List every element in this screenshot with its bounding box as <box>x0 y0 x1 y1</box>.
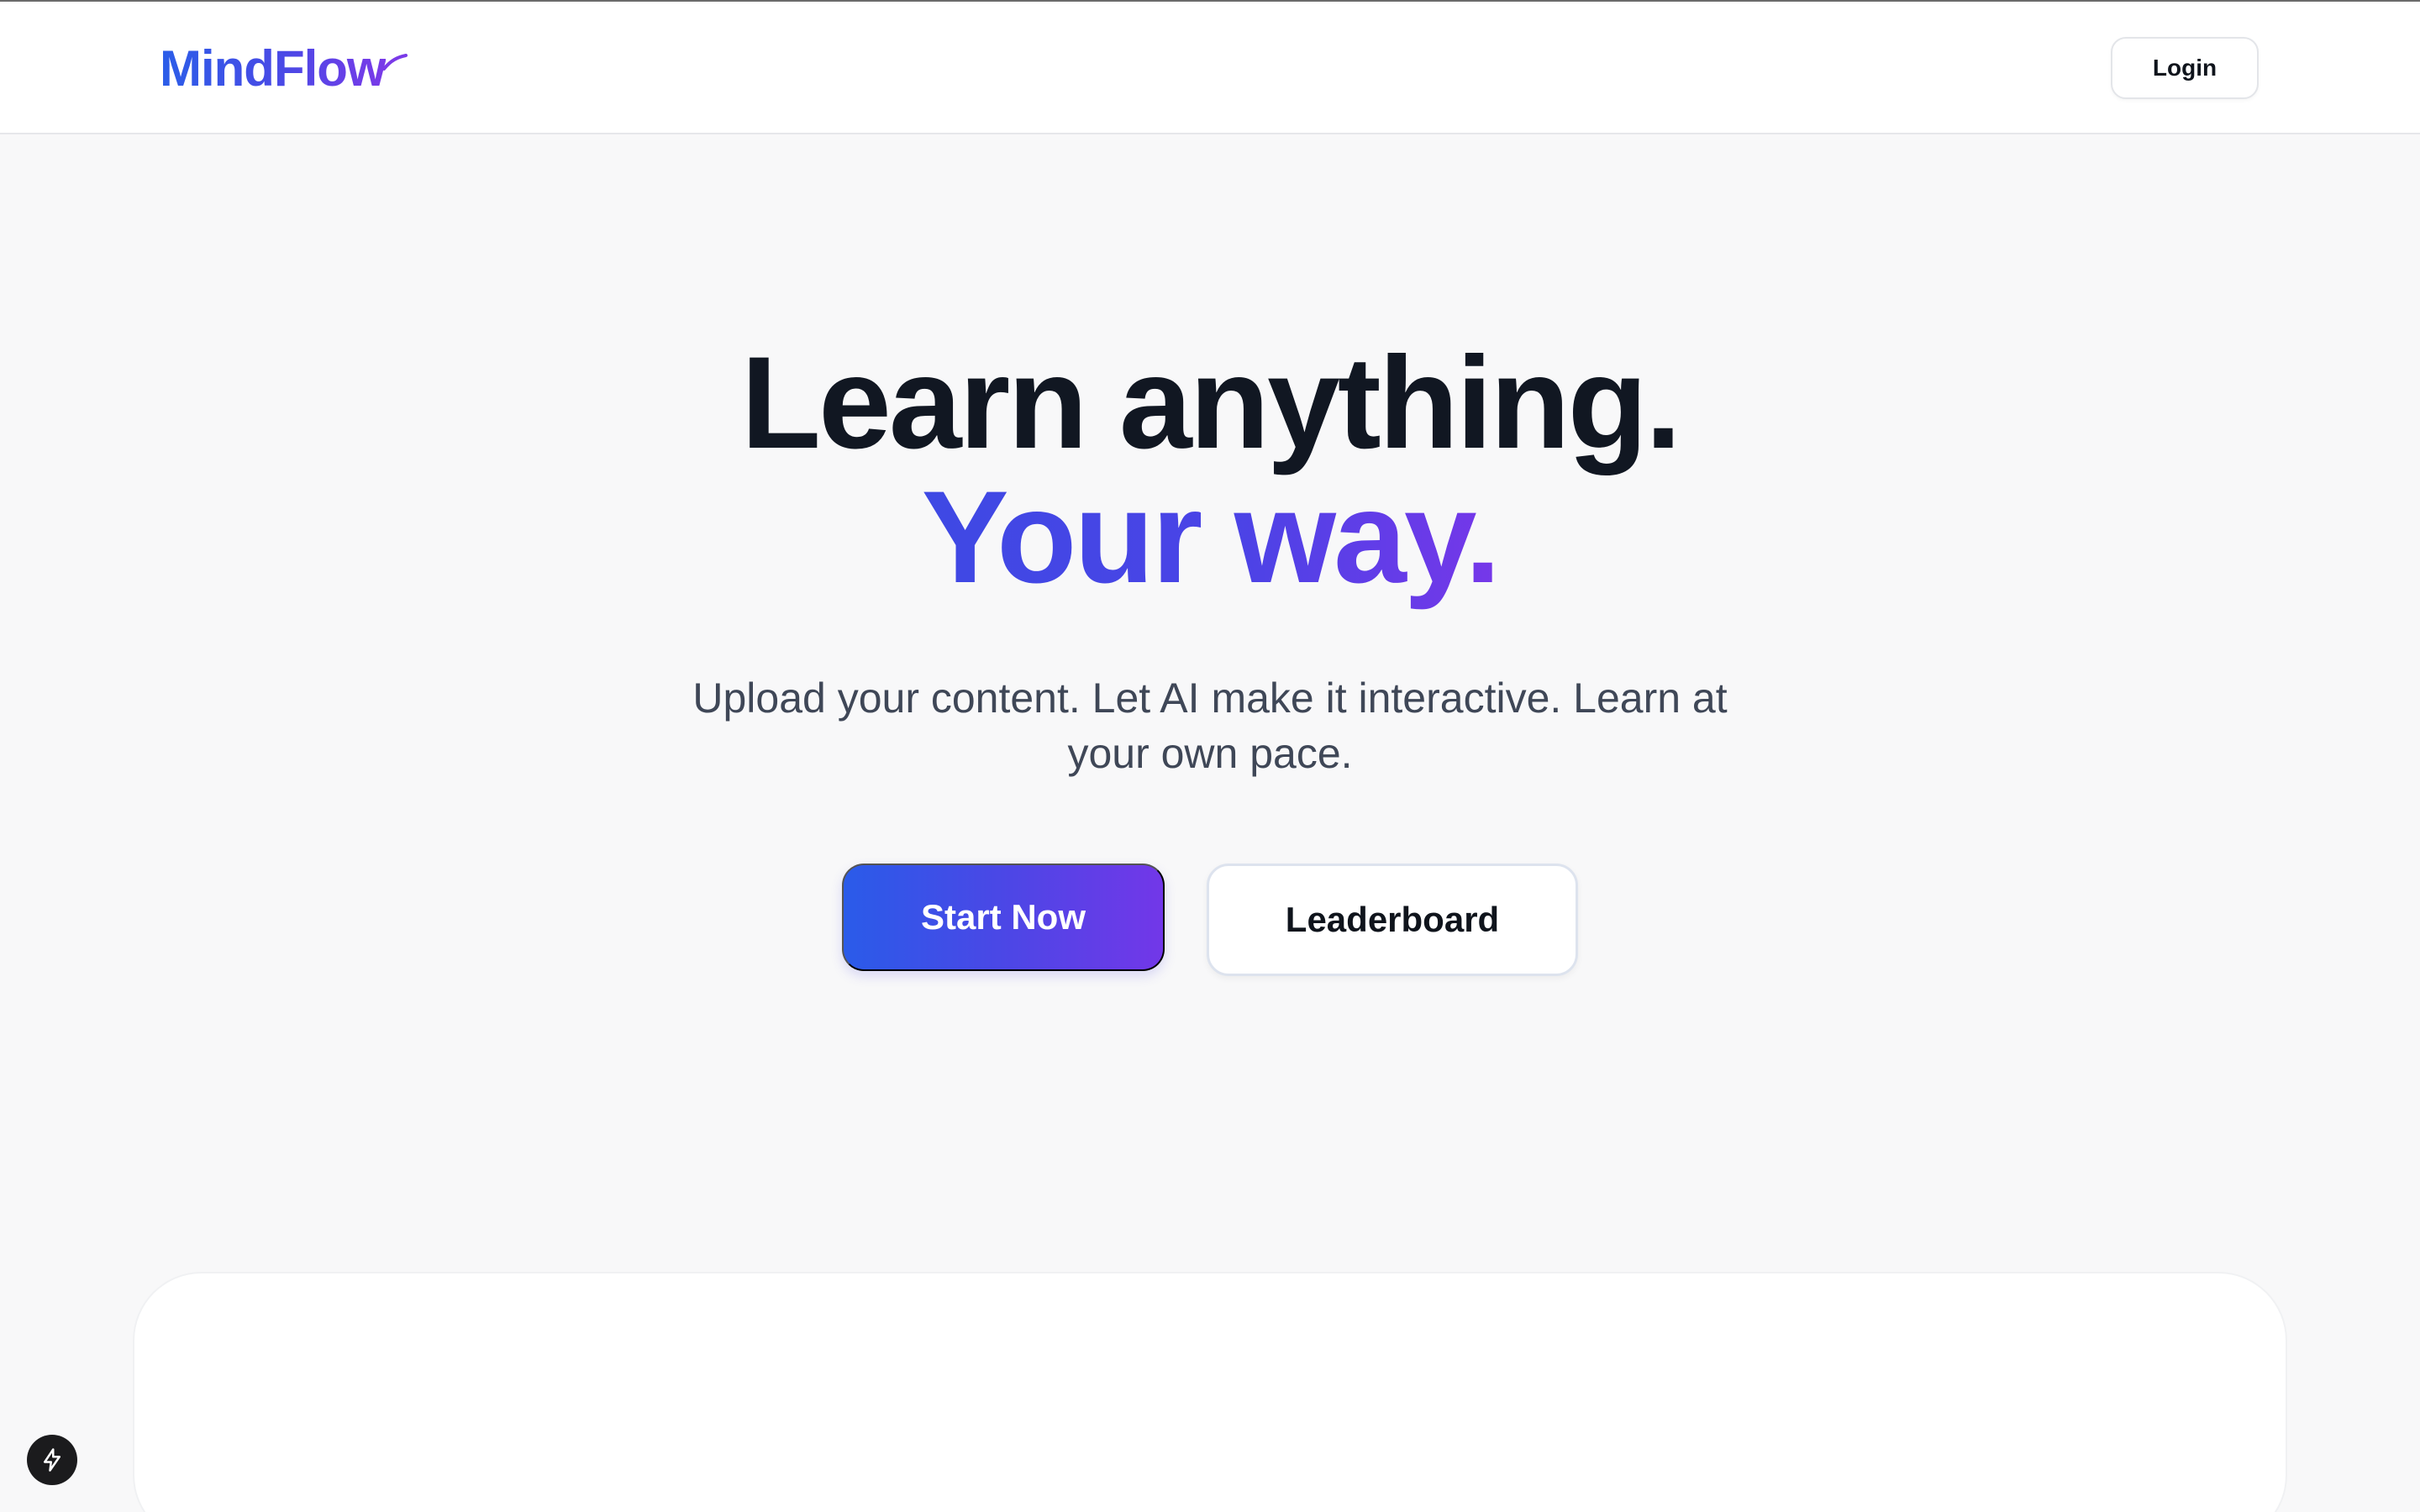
start-now-button[interactable]: Start Now <box>842 864 1165 971</box>
login-button[interactable]: Login <box>2111 37 2259 99</box>
lightning-bolt-glyph <box>44 1448 60 1472</box>
swoosh-icon <box>382 54 408 71</box>
lightning-bolt-icon[interactable] <box>27 1435 77 1485</box>
hero-description: Upload your content. Let AI make it inte… <box>692 675 1728 777</box>
leaderboard-button[interactable]: Leaderboard <box>1207 864 1578 976</box>
logo[interactable]: MindFlow <box>160 39 387 99</box>
hero-title-line1: Learn anything. <box>740 330 1681 476</box>
hero-title-line2: Your way. <box>0 470 2420 605</box>
top-navbar: MindFlow Login <box>0 2 2420 134</box>
content-card <box>134 1273 2286 1512</box>
hero-title-line2-text: Your way. <box>921 465 1502 611</box>
